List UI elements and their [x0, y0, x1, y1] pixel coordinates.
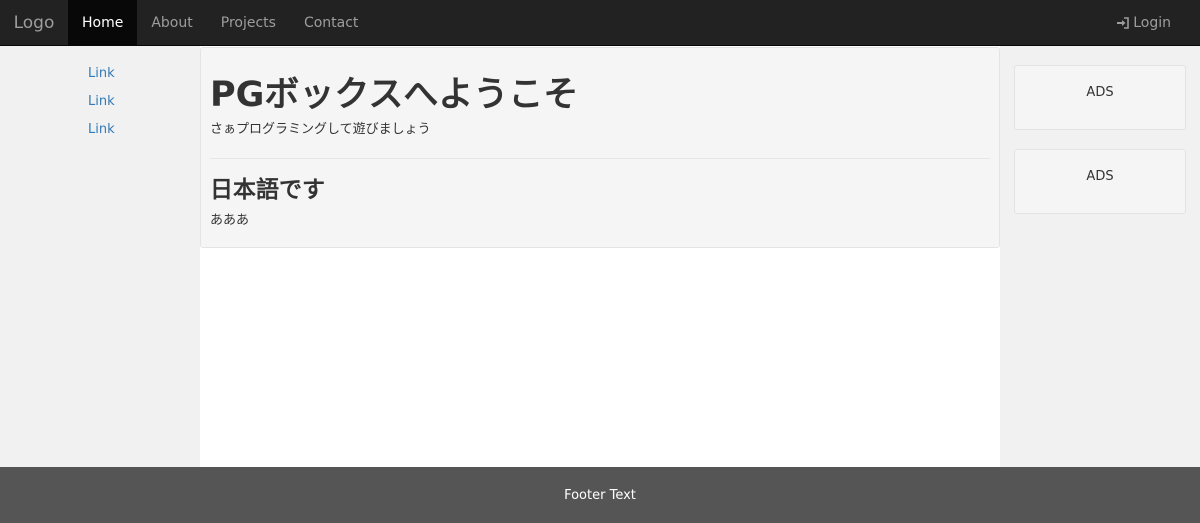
brand-logo[interactable]: Logo	[0, 0, 68, 45]
nav-item-about[interactable]: About	[137, 0, 206, 45]
welcome-well: PGボックスへようこそ さぁプログラミングして遊びましょう 日本語です あああ	[200, 47, 1000, 248]
ad-box-2[interactable]: ADS	[1014, 149, 1186, 214]
ad-box-1[interactable]: ADS	[1014, 65, 1186, 130]
login-label: Login	[1133, 14, 1171, 31]
page-title-rest: ボックスへようこそ	[264, 75, 579, 115]
page-subtitle: さぁプログラミングして遊びましょう	[210, 122, 431, 137]
nav-item-home[interactable]: Home	[68, 0, 138, 45]
footer: Footer Text	[0, 467, 1200, 523]
page-title: PGボックスへようこそ	[210, 74, 578, 116]
top-navbar: Logo Home About Projects Contact Login	[0, 0, 1200, 46]
nav-item-contact[interactable]: Contact	[290, 0, 372, 45]
main-content: PGボックスへようこそ さぁプログラミングして遊びましょう 日本語です あああ	[200, 46, 1000, 467]
login-link[interactable]: Login	[1103, 0, 1200, 45]
sidebar-link-2[interactable]: Link	[88, 94, 115, 110]
divider	[210, 158, 990, 159]
page-title-bold: PG	[210, 75, 265, 115]
footer-text: Footer Text	[564, 487, 636, 503]
right-sidebar: ADS ADS	[1000, 46, 1200, 467]
sidebar-link-3[interactable]: Link	[88, 122, 115, 138]
navbar-spacer	[372, 0, 1103, 45]
section-title: 日本語です	[210, 177, 325, 203]
nav-item-projects[interactable]: Projects	[207, 0, 290, 45]
section-text: あああ	[210, 213, 250, 228]
left-sidebar: Link Link Link	[0, 46, 200, 467]
sidebar-link-1[interactable]: Link	[88, 66, 115, 82]
log-in-icon	[1117, 16, 1130, 29]
